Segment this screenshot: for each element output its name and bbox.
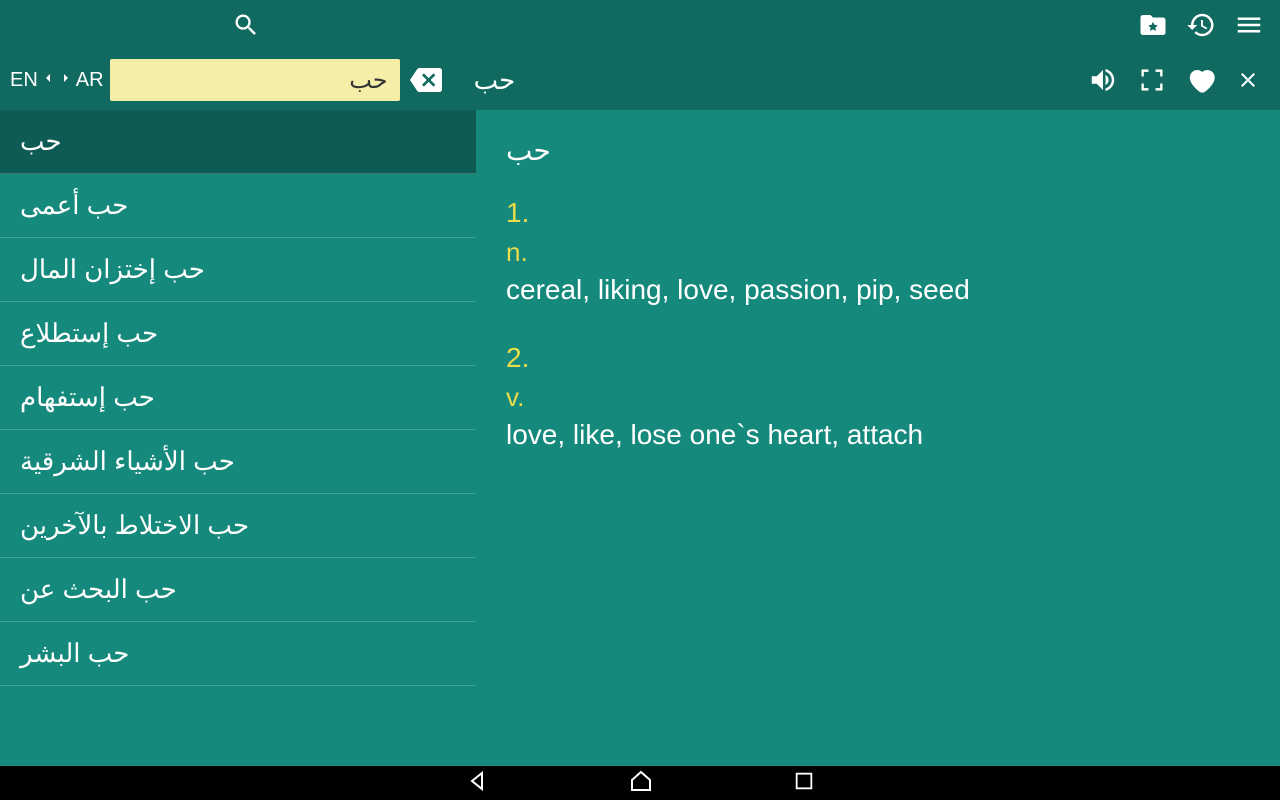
sidebar-item-label: حب البحث عن (20, 574, 177, 605)
menu-icon[interactable] (1234, 10, 1264, 40)
sidebar-item-label: حب إختزان المال (20, 254, 205, 285)
search-icon[interactable] (232, 11, 260, 39)
sidebar-item-label: حب الاختلاط بالآخرين (20, 510, 249, 541)
history-icon[interactable] (1186, 10, 1216, 40)
chevron-left-icon (40, 68, 56, 92)
sidebar-item[interactable]: حب أعمى (0, 174, 476, 238)
detail-panel: حب 1. n. cereal, liking, love, passion, pi… (476, 110, 1280, 766)
part-of-speech: n. (506, 237, 1250, 268)
sidebar-item[interactable]: حب (0, 110, 476, 174)
word-list: حب حب أعمى حب إختزان المال حب إستطلاع حب إست… (0, 110, 476, 766)
fullscreen-icon[interactable] (1138, 66, 1166, 94)
sidebar-item[interactable]: حب البشر (0, 622, 476, 686)
sense-number: 2. (506, 342, 1250, 374)
translation-text: cereal, liking, love, passion, pip, seed (506, 274, 1250, 306)
lang-to: AR (76, 69, 104, 92)
sidebar-item-label: حب الأشياء الشرقية (20, 446, 235, 477)
android-nav-bar (0, 766, 1280, 800)
favorites-folder-icon[interactable] (1138, 10, 1168, 40)
sidebar-item[interactable]: حب الأشياء الشرقية (0, 430, 476, 494)
sidebar-item[interactable]: حب إختزان المال (0, 238, 476, 302)
sidebar-item[interactable]: حب الاختلاط بالآخرين (0, 494, 476, 558)
app-window: EN AR حب (0, 0, 1280, 766)
sidebar-item-label: حب البشر (20, 638, 129, 669)
chevron-right-icon (58, 68, 74, 92)
content: حب حب أعمى حب إختزان المال حب إستطلاع حب إست… (0, 110, 1280, 766)
close-icon[interactable] (1236, 68, 1260, 92)
search-bar: EN AR حب (0, 50, 1280, 110)
sidebar-item[interactable]: حب إستطلاع (0, 302, 476, 366)
sidebar-item-label: حب إستفهام (20, 382, 155, 413)
clear-search-icon[interactable] (408, 62, 444, 98)
sidebar-item-label: حب أعمى (20, 190, 128, 221)
sidebar-item-label: حب (20, 126, 62, 157)
lang-from: EN (10, 69, 38, 92)
sidebar-item-label: حب إستطلاع (20, 318, 158, 349)
sidebar-item[interactable]: حب البحث عن (0, 558, 476, 622)
search-input[interactable] (110, 59, 400, 101)
language-switcher[interactable]: EN AR (0, 68, 104, 92)
speaker-icon[interactable] (1088, 65, 1118, 95)
sidebar-item[interactable]: حب إستفهام (0, 366, 476, 430)
recent-nav-icon[interactable] (793, 770, 815, 797)
top-bar (0, 0, 1280, 50)
part-of-speech: v. (506, 382, 1250, 413)
translation-text: love, like, lose one`s heart, attach (506, 419, 1250, 451)
back-nav-icon[interactable] (465, 769, 489, 798)
heart-icon[interactable] (1186, 65, 1216, 95)
home-nav-icon[interactable] (629, 769, 653, 798)
detail-word: حب (506, 134, 1250, 167)
sense-number: 1. (506, 197, 1250, 229)
header-word: حب (474, 65, 516, 96)
